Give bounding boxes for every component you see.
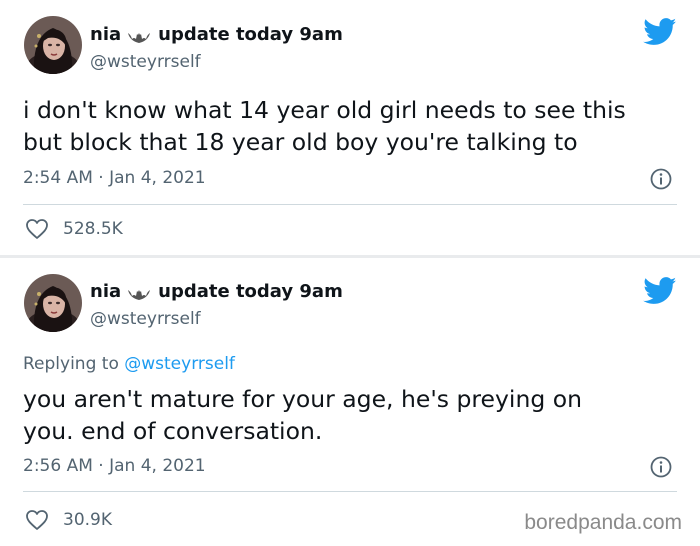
tweet-text: i don't know what 14 year old girl needs… [23,94,683,158]
tweet-text-line: i don't know what 14 year old girl needs… [23,96,626,124]
info-icon[interactable] [649,167,673,191]
author-name-row[interactable]: nia update today 9am [90,281,343,302]
display-name[interactable]: nia [90,24,121,45]
tweet-text-line: but block that 18 year old boy you're ta… [23,128,578,156]
display-name-suffix[interactable]: update today 9am [158,24,343,45]
author-handle[interactable]: @wsteyrrself [90,52,201,72]
twitter-bird-icon[interactable] [643,18,677,46]
tweet-card[interactable]: nia update today 9am @wsteyrrself Replyi… [0,258,700,546]
replying-to-handle-link[interactable]: @wsteyrrself [124,354,235,374]
bat-icon [128,28,151,43]
tweet-text: you aren't mature for your age, he's pre… [23,383,683,447]
display-name[interactable]: nia [90,281,121,302]
tweet-text-line: you aren't mature for your age, he's pre… [23,385,583,413]
like-count: 30.9K [63,510,112,530]
tweet-text-line: you. end of conversation. [23,417,323,445]
heart-icon[interactable] [25,218,49,240]
avatar[interactable] [24,16,82,74]
bat-icon [128,285,151,300]
divider [23,491,677,492]
divider [23,204,677,205]
like-count: 528.5K [63,219,123,239]
like-button[interactable]: 30.9K [25,509,112,531]
replying-to: Replying to @wsteyrrself [23,354,235,374]
tweet-timestamp[interactable]: 2:54 AM · Jan 4, 2021 [23,168,206,188]
author-handle[interactable]: @wsteyrrself [90,309,201,329]
replying-to-prefix: Replying to [23,354,125,374]
watermark: boredpanda.com [524,511,682,534]
display-name-suffix[interactable]: update today 9am [158,281,343,302]
heart-icon[interactable] [25,509,49,531]
twitter-bird-icon[interactable] [643,277,677,305]
tweet-timestamp[interactable]: 2:56 AM · Jan 4, 2021 [23,456,206,476]
avatar[interactable] [24,274,82,332]
like-button[interactable]: 528.5K [25,218,123,240]
info-icon[interactable] [649,455,673,479]
tweet-card[interactable]: nia update today 9am @wsteyrrself i don'… [0,0,700,255]
author-name-row[interactable]: nia update today 9am [90,24,343,45]
